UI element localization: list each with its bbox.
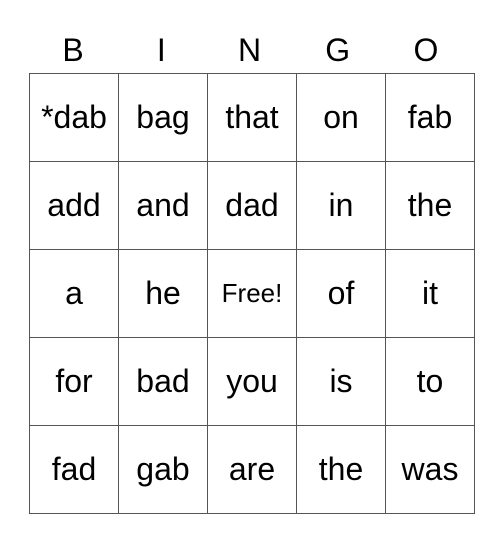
bingo-cell[interactable]: for: [29, 337, 119, 426]
bingo-cell[interactable]: fab: [385, 73, 475, 162]
bingo-cell[interactable]: and: [118, 161, 208, 250]
bingo-cell[interactable]: he: [118, 249, 208, 338]
header-letter-g: G: [325, 32, 351, 68]
bingo-cell[interactable]: the: [385, 161, 475, 250]
bingo-cell[interactable]: is: [296, 337, 386, 426]
header-letter-o: O: [413, 32, 439, 68]
bingo-cell[interactable]: of: [296, 249, 386, 338]
bingo-cell[interactable]: are: [207, 425, 297, 514]
bingo-card: *dab bag that on fab add and dad in the …: [29, 73, 475, 514]
bingo-cell[interactable]: that: [207, 73, 297, 162]
bingo-cell[interactable]: dad: [207, 161, 297, 250]
bingo-cell[interactable]: bad: [118, 337, 208, 426]
bingo-header: B I N G O: [29, 28, 470, 73]
bingo-cell[interactable]: a: [29, 249, 119, 338]
bingo-cell[interactable]: add: [29, 161, 119, 250]
bingo-cell[interactable]: you: [207, 337, 297, 426]
bingo-row: a he Free! of it: [29, 249, 475, 338]
bingo-cell[interactable]: gab: [118, 425, 208, 514]
bingo-cell[interactable]: was: [385, 425, 475, 514]
header-letter-i: I: [156, 32, 166, 68]
bingo-cell[interactable]: fad: [29, 425, 119, 514]
bingo-cell[interactable]: the: [296, 425, 386, 514]
bingo-row: *dab bag that on fab: [29, 73, 475, 162]
bingo-cell[interactable]: bag: [118, 73, 208, 162]
bingo-cell[interactable]: on: [296, 73, 386, 162]
bingo-row: for bad you is to: [29, 337, 475, 426]
bingo-row: add and dad in the: [29, 161, 475, 250]
bingo-cell[interactable]: in: [296, 161, 386, 250]
bingo-cell[interactable]: it: [385, 249, 475, 338]
header-letter-b: B: [62, 32, 84, 68]
bingo-cell[interactable]: to: [385, 337, 475, 426]
header-letter-n: N: [237, 32, 262, 68]
bingo-row: fad gab are the was: [29, 425, 475, 514]
bingo-cell[interactable]: *dab: [29, 73, 119, 162]
free-space-cell[interactable]: Free!: [207, 249, 297, 338]
